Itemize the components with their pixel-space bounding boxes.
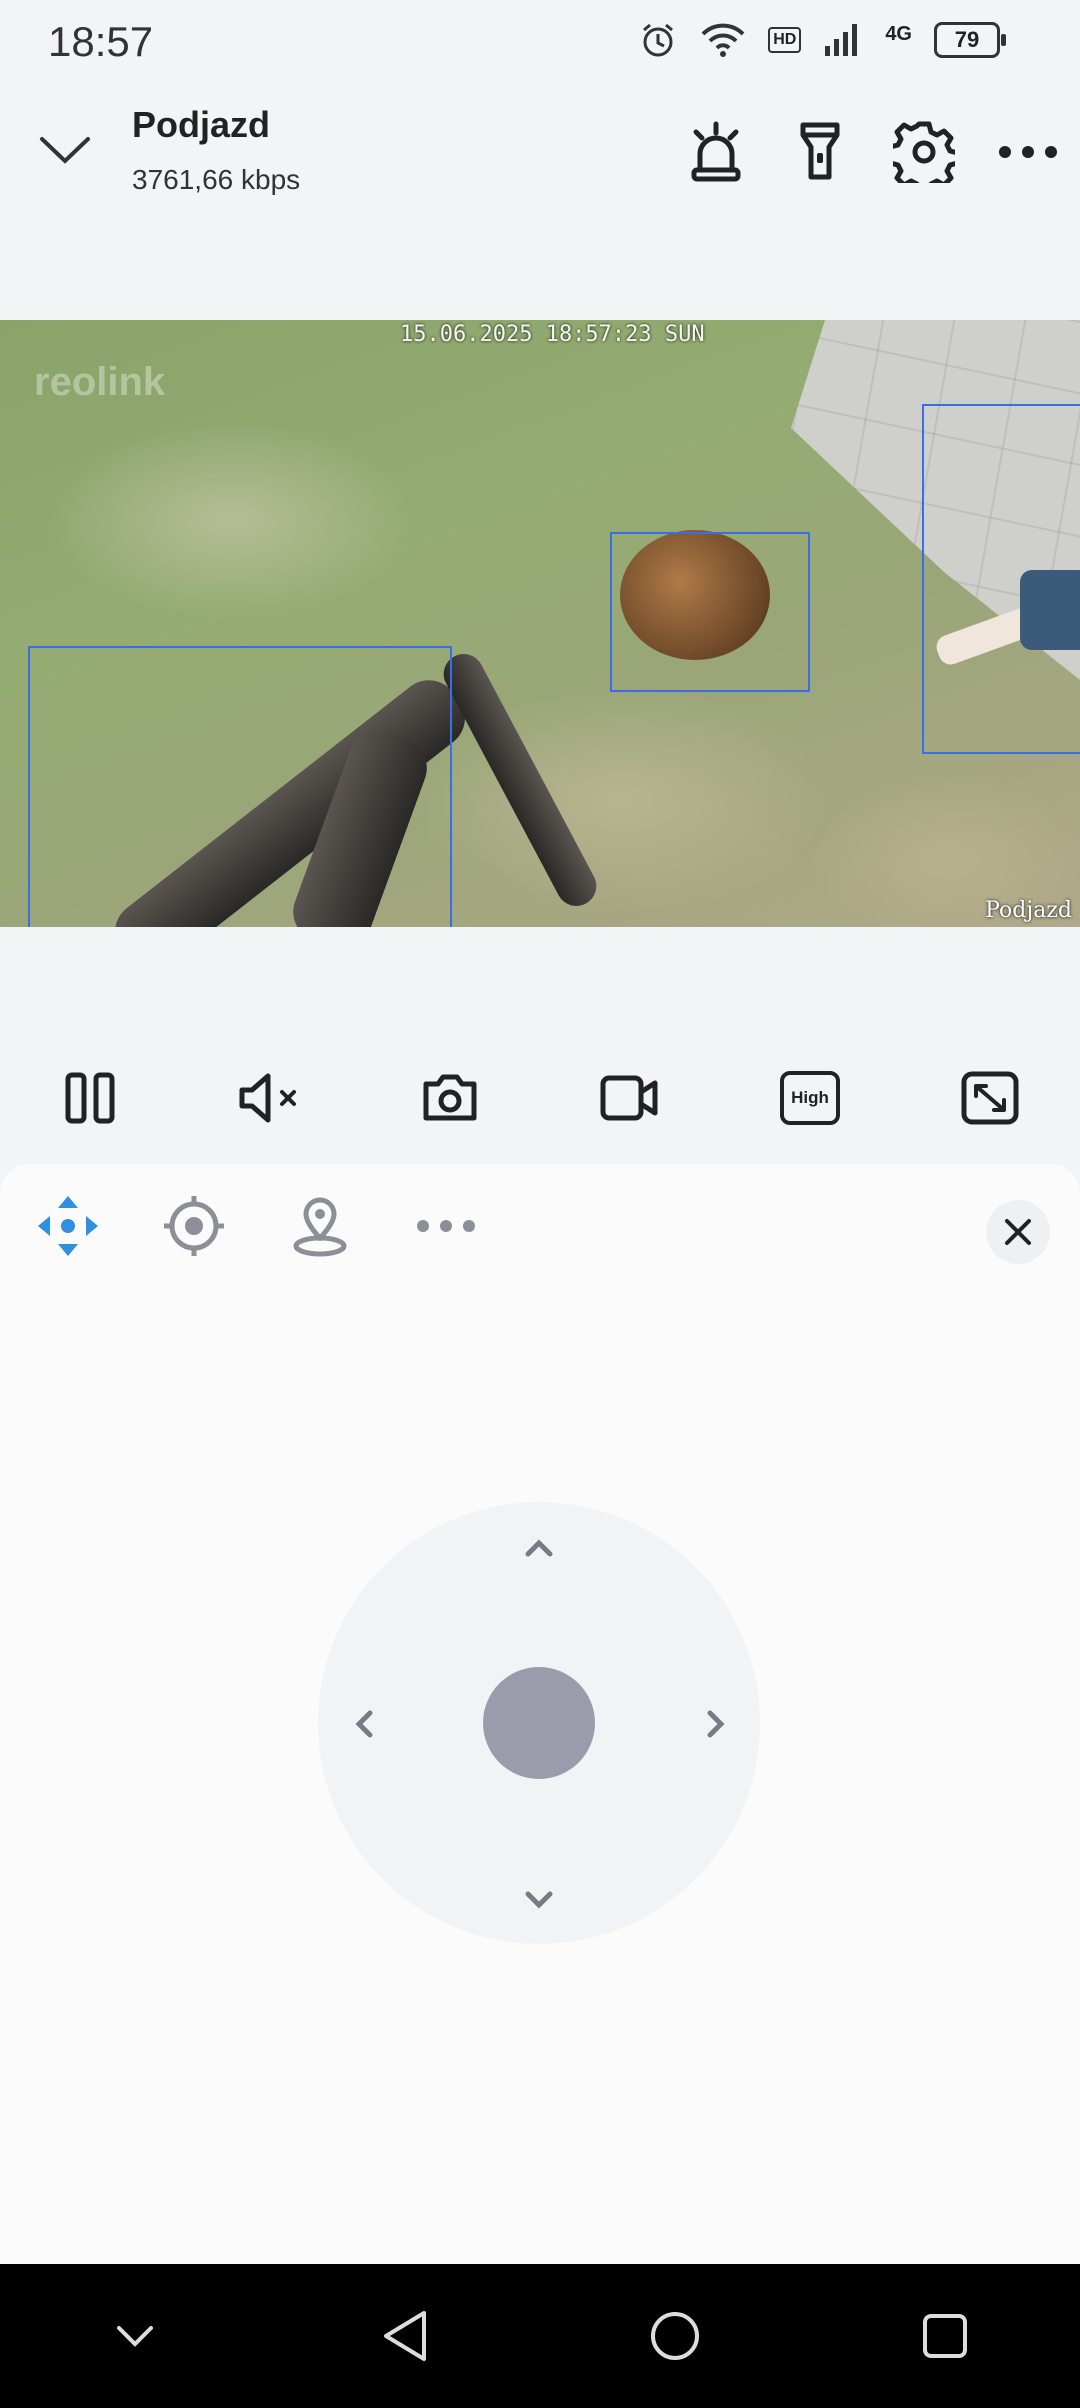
hide-keyboard-button[interactable]	[90, 2291, 180, 2381]
close-icon	[1005, 1219, 1031, 1245]
pan-down-button[interactable]	[517, 1878, 561, 1922]
tab-more[interactable]	[398, 1186, 494, 1266]
video-camera-name: Podjazd	[985, 898, 1072, 923]
battery-icon: 79	[934, 22, 1006, 58]
snapshot-button[interactable]	[405, 1058, 495, 1138]
pause-icon	[65, 1072, 115, 1124]
video-timestamp: 15.06.2025 18:57:23 SUN	[400, 322, 705, 347]
quality-button[interactable]: High	[765, 1058, 855, 1138]
joystick-knob[interactable]	[483, 1667, 595, 1779]
status-time: 18:57	[48, 18, 154, 65]
brand-watermark: reolink	[34, 360, 166, 404]
flashlight-icon	[800, 122, 840, 180]
detection-box	[28, 646, 452, 927]
ptz-move-icon	[38, 1196, 98, 1256]
chevron-down-icon	[525, 1891, 553, 1909]
signal-icon	[825, 24, 858, 56]
chevron-down-icon	[40, 137, 90, 164]
wooden-log	[436, 646, 604, 914]
tab-patrol[interactable]	[272, 1186, 368, 1266]
record-button[interactable]	[585, 1058, 675, 1138]
wifi-icon	[701, 23, 745, 57]
more-icon	[417, 1220, 475, 1232]
home-button[interactable]	[630, 2291, 720, 2381]
hide-keyboard-icon	[117, 2326, 153, 2347]
quality-icon: High	[780, 1071, 840, 1125]
detection-box	[922, 404, 1080, 754]
tab-ptz-move[interactable]	[20, 1186, 116, 1266]
flashlight-button[interactable]	[778, 110, 862, 194]
status-icons: HD 4G 79	[638, 20, 1006, 60]
back-icon	[384, 2311, 426, 2361]
pause-button[interactable]	[45, 1058, 135, 1138]
recents-icon	[923, 2314, 967, 2358]
more-icon	[999, 146, 1057, 158]
hd-icon: HD	[768, 27, 802, 53]
pan-up-button[interactable]	[517, 1526, 561, 1570]
player-controls: High	[0, 1058, 1080, 1138]
pan-right-button[interactable]	[694, 1702, 738, 1746]
detection-box	[610, 532, 810, 692]
snapshot-icon	[423, 1074, 477, 1121]
siren-icon	[691, 121, 741, 182]
patrol-icon	[293, 1197, 347, 1257]
quality-label: High	[791, 1088, 829, 1107]
collapse-button[interactable]	[30, 120, 100, 180]
siren-button[interactable]	[674, 110, 758, 194]
chevron-up-icon	[525, 1539, 553, 1557]
settings-button[interactable]	[882, 110, 966, 194]
live-video[interactable]: 15.06.2025 18:57:23 SUN reolink Podjazd	[0, 320, 1080, 927]
recents-button[interactable]	[900, 2291, 990, 2381]
close-panel-button[interactable]	[986, 1200, 1050, 1264]
more-button[interactable]	[986, 110, 1070, 194]
header-actions	[674, 110, 1070, 194]
alarm-icon	[643, 23, 674, 57]
record-icon	[600, 1075, 658, 1121]
preset-icon	[164, 1196, 224, 1256]
pan-left-button[interactable]	[342, 1702, 386, 1746]
network-type: 4G	[885, 22, 912, 45]
mute-button[interactable]	[225, 1058, 315, 1138]
camera-title: Podjazd	[132, 104, 271, 145]
bitrate-label: 3761,66 kbps	[132, 164, 301, 195]
battery-level: 79	[954, 27, 980, 52]
gear-icon	[893, 121, 955, 183]
chevron-right-icon	[707, 1710, 725, 1738]
back-button[interactable]	[360, 2291, 450, 2381]
system-nav-bar	[0, 2264, 1080, 2408]
fullscreen-icon	[961, 1071, 1019, 1125]
mute-icon	[239, 1073, 296, 1123]
chevron-left-icon	[355, 1710, 373, 1738]
home-icon	[651, 2312, 699, 2360]
tab-preset[interactable]	[146, 1186, 242, 1266]
ptz-tabs	[20, 1186, 494, 1266]
fullscreen-button[interactable]	[945, 1058, 1035, 1138]
